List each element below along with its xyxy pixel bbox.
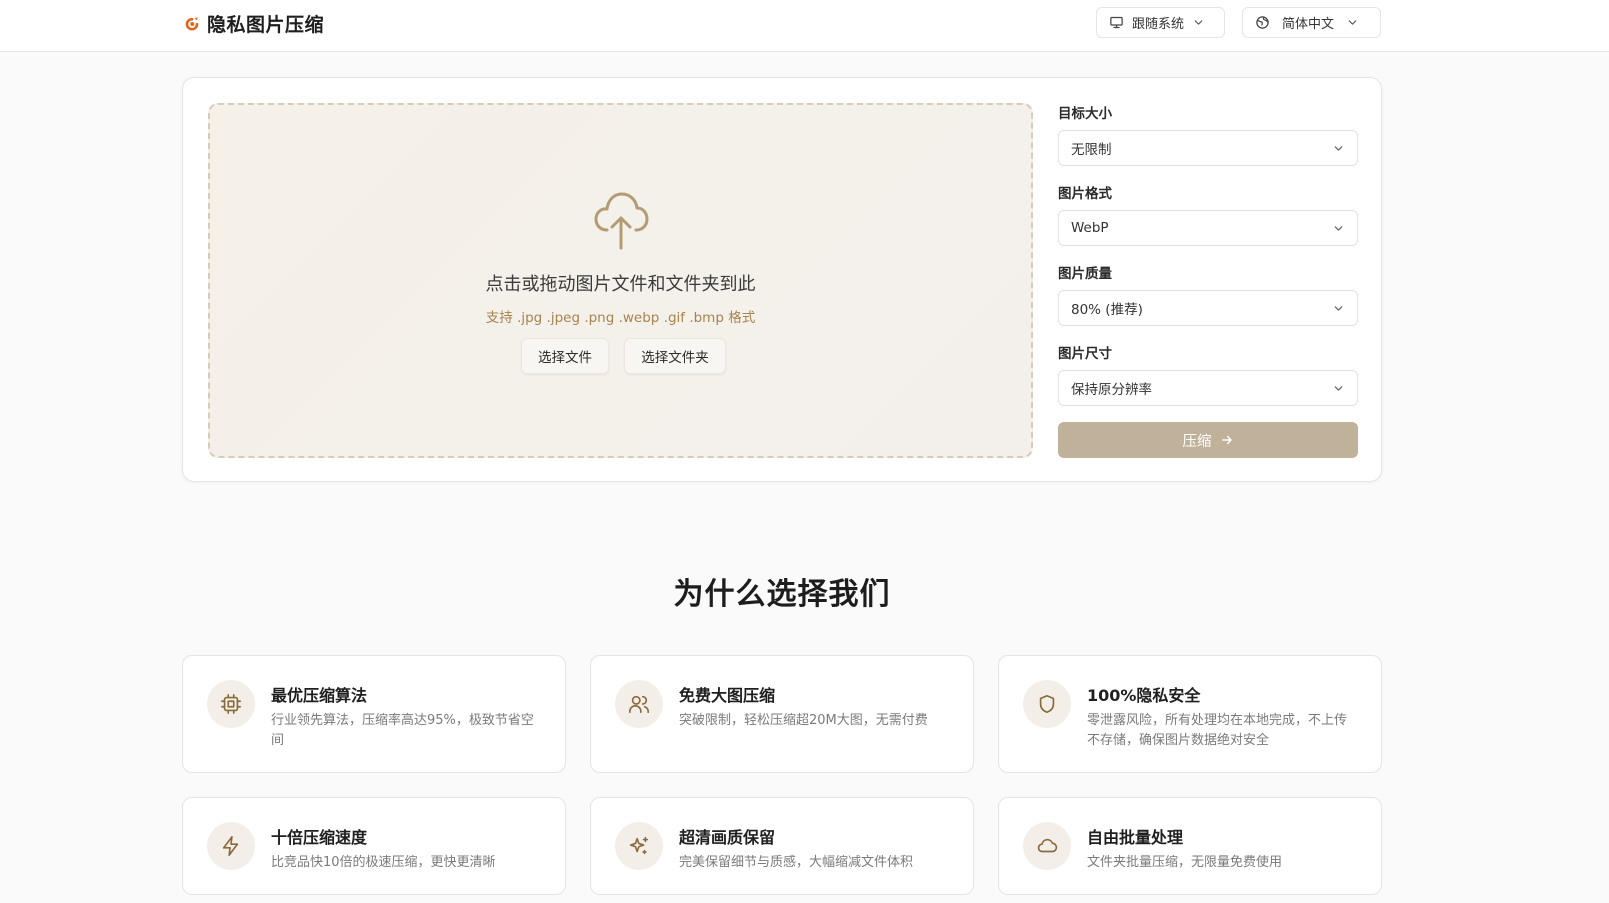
feature-title: 100%隐私安全	[1087, 686, 1201, 705]
dimension-label: 图片尺寸	[1058, 346, 1112, 362]
compress-label: 压缩	[1182, 433, 1212, 450]
feature-desc: 突破限制，轻松压缩超20M大图，无需付费	[679, 713, 928, 728]
feature-desc: 文件夹批量压缩，无限量免费使用	[1087, 855, 1283, 870]
quality-label: 图片质量	[1058, 266, 1112, 282]
feature-title: 自由批量处理	[1087, 828, 1184, 847]
feature-card: 超清画质保留 完美保留细节与质感，大幅缩减文件体积	[590, 797, 974, 895]
compress-button[interactable]: 压缩	[1058, 422, 1358, 458]
upload-dropzone[interactable]: 点击或拖动图片文件和文件夹到此 支持 .jpg .jpeg .png .webp…	[208, 103, 1033, 458]
theme-label: 跟随系统	[1132, 17, 1185, 32]
feature-title: 最优压缩算法	[271, 686, 368, 705]
settings-panel: 目标大小 无限制 图片格式 WebP 图片质量 80% (推荐) 图片尺寸 保持…	[1058, 102, 1358, 422]
feature-desc: 零泄露风险，所有处理均在本地完成，不上传不存储，确保图片数据绝对安全	[1087, 713, 1348, 748]
chevron-down-icon	[1334, 225, 1343, 231]
users-icon	[615, 680, 663, 728]
dimension-select[interactable]: 保持原分辨率	[1058, 370, 1358, 406]
sparkles-icon	[615, 822, 663, 870]
feature-title: 超清画质保留	[679, 828, 776, 847]
dimension-value: 保持原分辨率	[1071, 382, 1152, 398]
choose-file-button[interactable]: 选择文件	[521, 338, 609, 374]
chevron-down-icon	[1334, 305, 1343, 311]
logo-icon	[185, 17, 199, 30]
feature-card: 免费大图压缩 突破限制，轻松压缩超20M大图，无需付费	[590, 655, 974, 773]
cpu-icon	[207, 680, 255, 728]
feature-title: 免费大图压缩	[679, 686, 776, 705]
chevron-down-icon	[1334, 385, 1343, 391]
arrow-right-icon	[1221, 435, 1232, 445]
lightning-icon	[207, 822, 255, 870]
chevron-down-icon	[1194, 20, 1203, 25]
supported-formats: 支持 .jpg .jpeg .png .webp .gif .bmp 格式	[485, 310, 756, 326]
format-select[interactable]: WebP	[1058, 210, 1358, 246]
feature-card: 十倍压缩速度 比竞品快10倍的极速压缩，更快更清晰	[182, 797, 566, 895]
shield-icon	[1023, 680, 1071, 728]
feature-card: 最优压缩算法 行业领先算法，压缩率高达95%，极致节省空间	[182, 655, 566, 773]
cloud-upload-icon	[594, 192, 649, 250]
top-bar: 隐私图片压缩 跟随系统 简体中文	[0, 0, 1609, 52]
monitor-icon	[1110, 16, 1123, 29]
chevron-down-icon	[1348, 20, 1357, 25]
chevron-down-icon	[1334, 145, 1343, 151]
app-title: 隐私图片压缩	[207, 14, 325, 36]
language-select[interactable]: 简体中文	[1242, 7, 1381, 38]
theme-select[interactable]: 跟随系统	[1096, 7, 1225, 38]
feature-desc: 比竞品快10倍的极速压缩，更快更清晰	[271, 855, 496, 870]
section-title: 为什么选择我们	[673, 577, 891, 612]
quality-select[interactable]: 80% (推荐)	[1058, 290, 1358, 326]
language-label: 简体中文	[1282, 17, 1335, 32]
feature-card: 自由批量处理 文件夹批量压缩，无限量免费使用	[998, 797, 1382, 895]
feature-desc: 行业领先算法，压缩率高达95%，极致节省空间	[271, 713, 534, 748]
globe-icon	[1256, 16, 1269, 29]
format-value: WebP	[1071, 220, 1109, 236]
format-label: 图片格式	[1058, 186, 1112, 202]
cloud-icon	[1023, 822, 1071, 870]
feature-card: 100%隐私安全 零泄露风险，所有处理均在本地完成，不上传不存储，确保图片数据绝…	[998, 655, 1382, 773]
dropzone-title: 点击或拖动图片文件和文件夹到此	[485, 274, 756, 295]
feature-desc: 完美保留细节与质感，大幅缩减文件体积	[679, 855, 914, 870]
choose-folder-button[interactable]: 选择文件夹	[624, 338, 726, 374]
feature-title: 十倍压缩速度	[271, 828, 368, 847]
target-size-label: 目标大小	[1058, 106, 1112, 122]
quality-value: 80% (推荐)	[1071, 302, 1143, 318]
target-size-value: 无限制	[1071, 142, 1112, 158]
target-size-select[interactable]: 无限制	[1058, 130, 1358, 166]
logo[interactable]: 隐私图片压缩	[184, 10, 324, 37]
compressor-card: 点击或拖动图片文件和文件夹到此 支持 .jpg .jpeg .png .webp…	[182, 77, 1382, 482]
